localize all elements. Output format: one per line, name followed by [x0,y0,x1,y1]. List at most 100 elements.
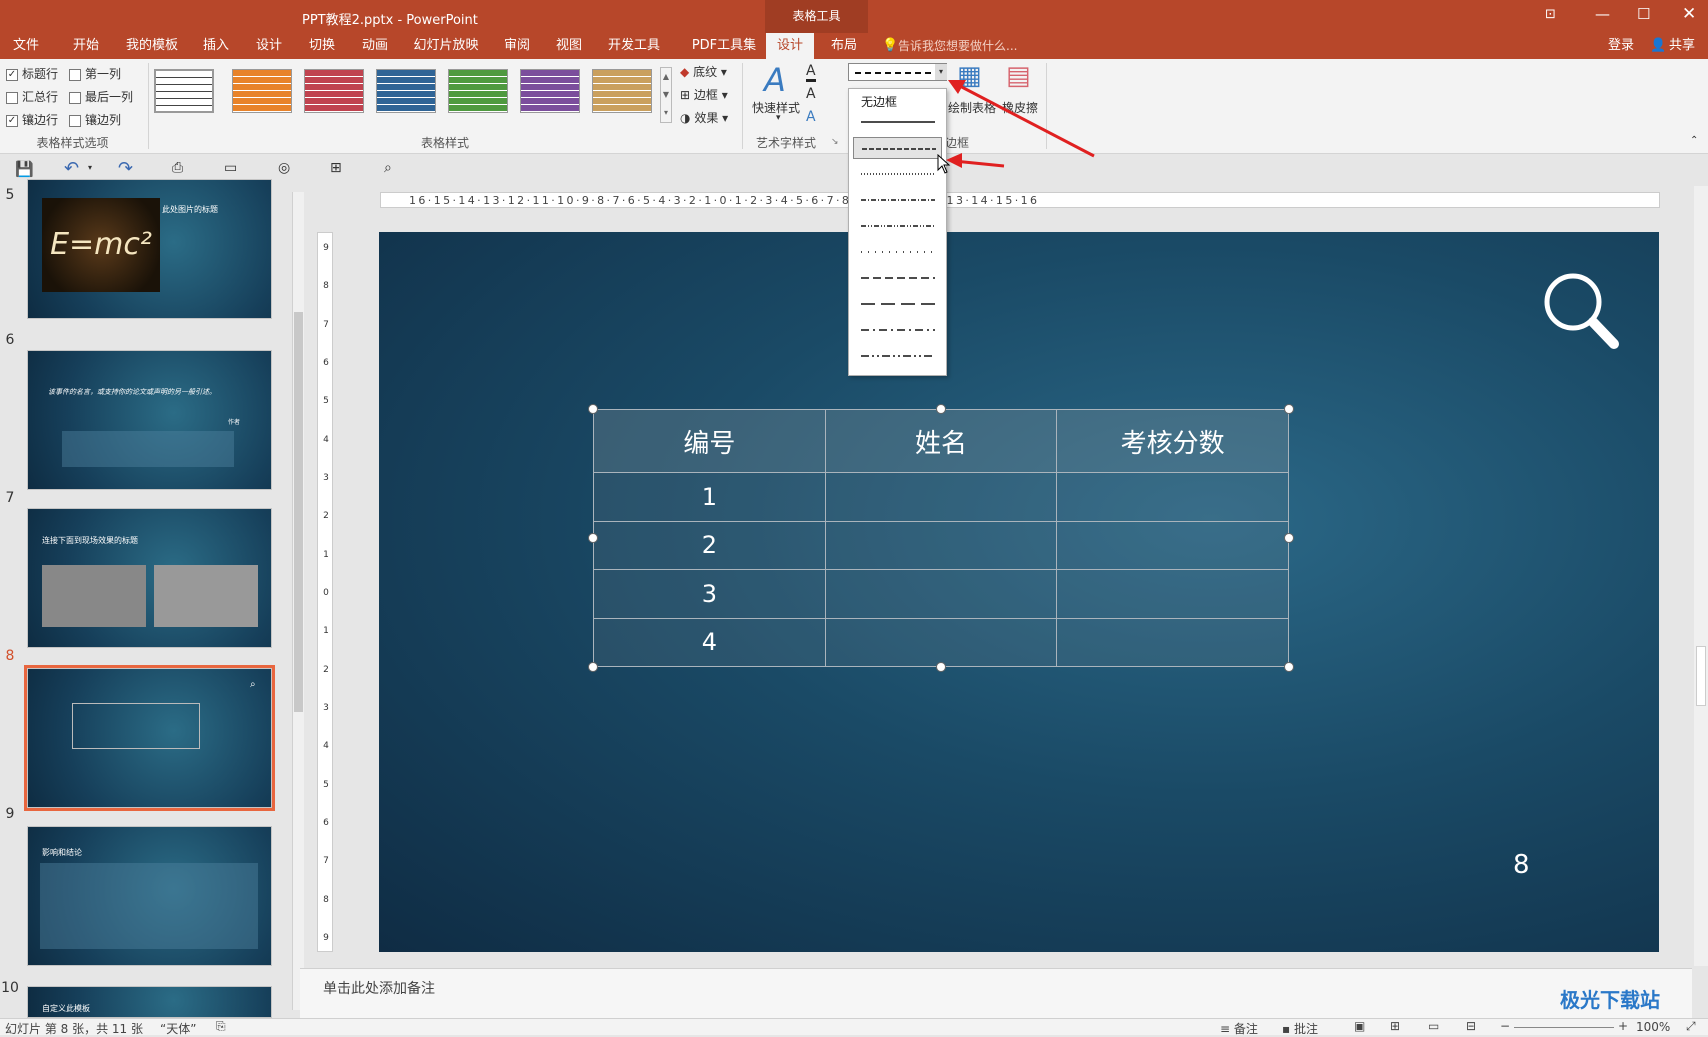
line-style-option-solid[interactable] [853,111,942,133]
tab-slideshow[interactable]: 幻灯片放映 [410,33,482,59]
zoom-in-icon[interactable]: + [1618,1019,1628,1033]
table-cell[interactable] [1056,520,1289,571]
zoom-out-icon[interactable]: − [1500,1019,1510,1033]
textbox-icon[interactable]: ▭ [224,160,237,176]
new-slide-icon[interactable]: ⎙ [172,160,183,176]
table-style-swatch-orange[interactable] [232,69,292,113]
ribbon-display-options-icon[interactable]: ⊡ [1545,7,1556,22]
thumbnail-scrollbar[interactable] [292,192,304,1010]
chevron-down-icon[interactable]: ▾ [88,163,92,172]
comments-toggle[interactable]: ▪ 批注 [1282,1020,1318,1037]
table-cell[interactable] [1056,617,1289,668]
resize-handle[interactable] [936,662,946,672]
collapse-ribbon-icon[interactable]: ⌃ [1690,135,1698,146]
shading-button[interactable]: ◆ 底纹 ▾ [680,63,727,80]
resize-handle[interactable] [936,404,946,414]
data-table[interactable]: 编号 姓名 考核分数 1 2 3 4 [593,408,1289,668]
redo-icon[interactable]: ↷ [118,158,133,179]
table-header-cell[interactable]: 考核分数 [1056,408,1289,474]
slide-thumbnail-10[interactable]: 自定义此模板 [27,986,272,1018]
accessibility-icon[interactable]: ⎘ [216,1019,226,1034]
tab-home[interactable]: 开始 [64,33,108,59]
table-style-swatch-purple[interactable] [520,69,580,113]
pen-style-dropdown[interactable]: ▾ [848,63,947,81]
checkbox-header-row[interactable]: ✓ 标题行 [6,65,58,82]
normal-view-icon[interactable]: ▣ [1354,1019,1365,1033]
slide-sorter-icon[interactable]: ⊞ [1390,1019,1400,1033]
zoom-icon[interactable]: ⌕ [384,160,392,176]
table-cell[interactable] [824,472,1058,522]
notes-pane[interactable]: 单击此处添加备注 [300,968,1692,1018]
checkbox-banded-rows[interactable]: ✓ 镶边行 [6,111,58,128]
table-style-swatch-plain[interactable] [154,69,214,113]
text-effects-icon[interactable]: A [806,109,816,125]
table-style-swatch-green[interactable] [448,69,508,113]
tab-table-layout[interactable]: 布局 [822,33,866,59]
line-style-option-long-dash[interactable] [853,267,942,289]
slideshow-icon[interactable]: ⊞ [330,160,342,176]
slide-canvas[interactable]: 编号 姓名 考核分数 1 2 3 4 8 [379,232,1659,952]
table-cell[interactable]: 3 [593,569,826,619]
table-cell[interactable] [824,520,1058,571]
table-style-swatch-gold[interactable] [592,69,652,113]
save-icon[interactable]: 💾 [15,160,34,178]
minimize-icon[interactable]: — [1595,5,1610,23]
line-style-option-long-dash-long[interactable] [853,293,942,315]
tab-my-templates[interactable]: 我的模板 [122,33,182,59]
present-icon[interactable]: ◎ [278,160,290,176]
line-style-option-dash-dot[interactable] [853,189,942,211]
undo-icon[interactable]: ↶ [64,158,79,179]
no-border-option[interactable]: 无边框 [861,93,897,110]
slide-thumbnail-9[interactable]: 影响和结论 [27,826,272,966]
tab-table-design[interactable]: 设计 [766,33,814,59]
slide-thumbnail-6[interactable]: 该事件的名言，或支持你的论文或声明的另一般引述。 作者 [27,350,272,490]
line-style-option-dash[interactable] [853,137,942,159]
editor-scrollbar[interactable] [1694,186,1708,966]
table-style-swatch-red[interactable] [304,69,364,113]
line-style-option-long-dash-dot-dot[interactable] [853,345,942,367]
tab-insert[interactable]: 插入 [198,33,234,59]
tab-design[interactable]: 设计 [251,33,287,59]
text-fill-icon[interactable]: A [806,63,816,82]
table-cell[interactable]: 1 [593,472,826,522]
table-cell[interactable] [1056,472,1289,522]
resize-handle[interactable] [588,404,598,414]
tab-file[interactable]: 文件 [4,33,48,59]
resize-handle[interactable] [1284,662,1294,672]
tab-view[interactable]: 视图 [551,33,587,59]
share-button[interactable]: 共享 [1664,33,1700,59]
table-header-cell[interactable]: 姓名 [824,408,1058,474]
tab-review[interactable]: 审阅 [499,33,535,59]
pen-style-menu[interactable]: 无边框 [848,88,947,376]
effects-button[interactable]: ◑ 效果 ▾ [680,109,728,126]
checkbox-banded-columns[interactable]: 镶边列 [69,111,121,128]
close-icon[interactable]: ✕ [1682,4,1696,24]
zoom-level[interactable]: 100% [1636,1020,1670,1034]
maximize-icon[interactable]: ☐ [1637,5,1650,23]
tab-developer[interactable]: 开发工具 [604,33,664,59]
table-cell[interactable]: 2 [593,520,826,571]
quick-styles-icon[interactable]: A [764,61,786,99]
slideshow-view-icon[interactable]: ⊟ [1466,1019,1476,1033]
borders-button[interactable]: ⊞ 边框 ▾ [680,86,728,103]
zoom-slider[interactable] [1514,1027,1614,1028]
checkbox-total-row[interactable]: 汇总行 [6,88,58,105]
slide-thumbnail-8[interactable]: ⌕ [24,665,275,811]
text-outline-icon[interactable]: A [806,86,816,102]
line-style-option-long-dash-dot[interactable] [853,319,942,341]
checkbox-first-column[interactable]: 第一列 [69,65,121,82]
resize-handle[interactable] [588,662,598,672]
dialog-launcher-icon[interactable]: ↘ [831,137,839,147]
reading-view-icon[interactable]: ▭ [1428,1019,1439,1033]
resize-handle[interactable] [1284,404,1294,414]
notes-placeholder[interactable]: 单击此处添加备注 [323,978,435,998]
tell-me-search[interactable]: 告诉我您想要做什么... [898,33,1028,59]
gallery-scroll[interactable]: ▲ ▼ ▾ [660,67,672,123]
fit-slide-icon[interactable]: ⤢ [1686,1019,1696,1034]
slide-thumbnail-5[interactable]: E=mc² 此处图片的标题 [27,179,272,319]
scrollbar-thumb[interactable] [294,312,303,712]
table-cell[interactable] [824,617,1058,668]
slide-thumbnail-7[interactable]: 连接下面到现场效果的标题 [27,508,272,648]
line-style-option-dash-dot-dot[interactable] [853,215,942,237]
table-style-swatch-blue[interactable] [376,69,436,113]
